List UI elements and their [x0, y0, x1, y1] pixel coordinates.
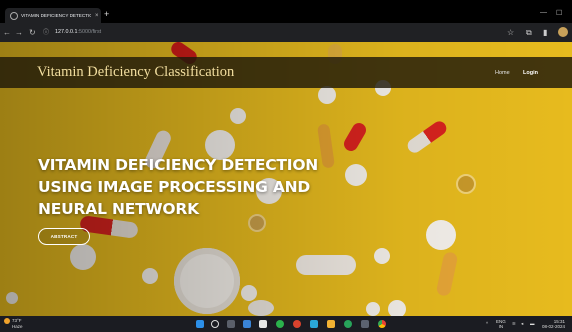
url-field[interactable]: 127.0.0.1:5000/first	[55, 29, 101, 35]
wifi-icon[interactable]: ≋	[512, 321, 516, 326]
clock-date: 08-02-2024	[542, 324, 566, 329]
hero-title-line: USING IMAGE PROCESSING AND	[38, 178, 311, 196]
tab-title: VITAMIN DEFICIENCY DETECTIO	[21, 13, 91, 18]
nav-home-link[interactable]: Home	[495, 70, 510, 76]
url-host: 127.0.0.1	[55, 29, 78, 35]
site-info-icon[interactable]: ⓘ	[43, 29, 49, 38]
app-icon[interactable]	[361, 320, 369, 328]
weather-temp: 73°F	[12, 318, 22, 324]
tab-close-icon[interactable]: ×	[95, 13, 99, 19]
minimize-button[interactable]: —	[540, 9, 547, 16]
tray-chevron-icon[interactable]: ^	[486, 321, 488, 326]
new-tab-button[interactable]: +	[104, 9, 109, 19]
language-indicator[interactable]: ENG IN	[496, 319, 506, 329]
whatsapp-icon[interactable]	[276, 320, 284, 328]
reload-icon[interactable]: ↻	[29, 28, 36, 37]
hero-title: VITAMIN DEFICIENCY DETECTION USING IMAGE…	[38, 154, 358, 220]
site-brand[interactable]: Vitamin Deficiency Classification	[37, 64, 234, 81]
clock[interactable]: 15:31 08-02-2024	[542, 319, 565, 329]
app-icon[interactable]	[293, 320, 301, 328]
extensions-icon[interactable]: ⧉	[526, 28, 532, 37]
nav-login-link[interactable]: Login	[523, 70, 538, 76]
sidebar-icon[interactable]: ▮	[543, 28, 547, 37]
back-icon[interactable]: ←	[3, 28, 11, 37]
profile-avatar[interactable]	[558, 27, 568, 37]
chrome-icon[interactable]	[378, 320, 386, 328]
web-page: Vitamin Deficiency Classification Home L…	[0, 42, 572, 316]
hero-title-line: NEURAL NETWORK	[38, 200, 199, 218]
taskbar: 73°F Haze ^ ENG IN ≋ ◂ ▬ 15:31 08-02-202…	[0, 316, 572, 332]
browser-tab[interactable]: VITAMIN DEFICIENCY DETECTIO ×	[5, 8, 101, 23]
edge-icon[interactable]	[310, 320, 318, 328]
app-icon[interactable]	[344, 320, 352, 328]
battery-icon[interactable]: ▬	[530, 321, 535, 326]
sun-icon	[4, 318, 10, 324]
search-icon[interactable]	[211, 320, 219, 328]
chat-icon[interactable]	[259, 320, 267, 328]
task-view-icon[interactable]	[227, 320, 235, 328]
url-path: :5000/first	[77, 29, 102, 35]
abstract-button[interactable]: ABSTRACT	[38, 228, 90, 245]
weather-widget[interactable]: 73°F Haze	[4, 318, 23, 329]
windows-start-icon[interactable]	[196, 320, 204, 328]
widgets-icon[interactable]	[243, 320, 251, 328]
hero-title-line: VITAMIN DEFICIENCY DETECTION	[38, 156, 319, 174]
forward-icon[interactable]: →	[15, 28, 23, 37]
file-explorer-icon[interactable]	[327, 320, 335, 328]
bookmark-star-icon[interactable]: ☆	[507, 28, 514, 37]
globe-icon	[10, 11, 18, 20]
browser-tab-bar: VITAMIN DEFICIENCY DETECTIO × + — ☐	[0, 0, 572, 23]
volume-icon[interactable]: ◂	[521, 321, 523, 326]
lang-line2: IN	[498, 324, 504, 329]
maximize-button[interactable]: ☐	[556, 9, 562, 17]
weather-text: Haze	[12, 324, 23, 329]
address-bar-row: ← → ↻ ⓘ 127.0.0.1:5000/first ☆ ⧉ ▮	[0, 23, 572, 42]
